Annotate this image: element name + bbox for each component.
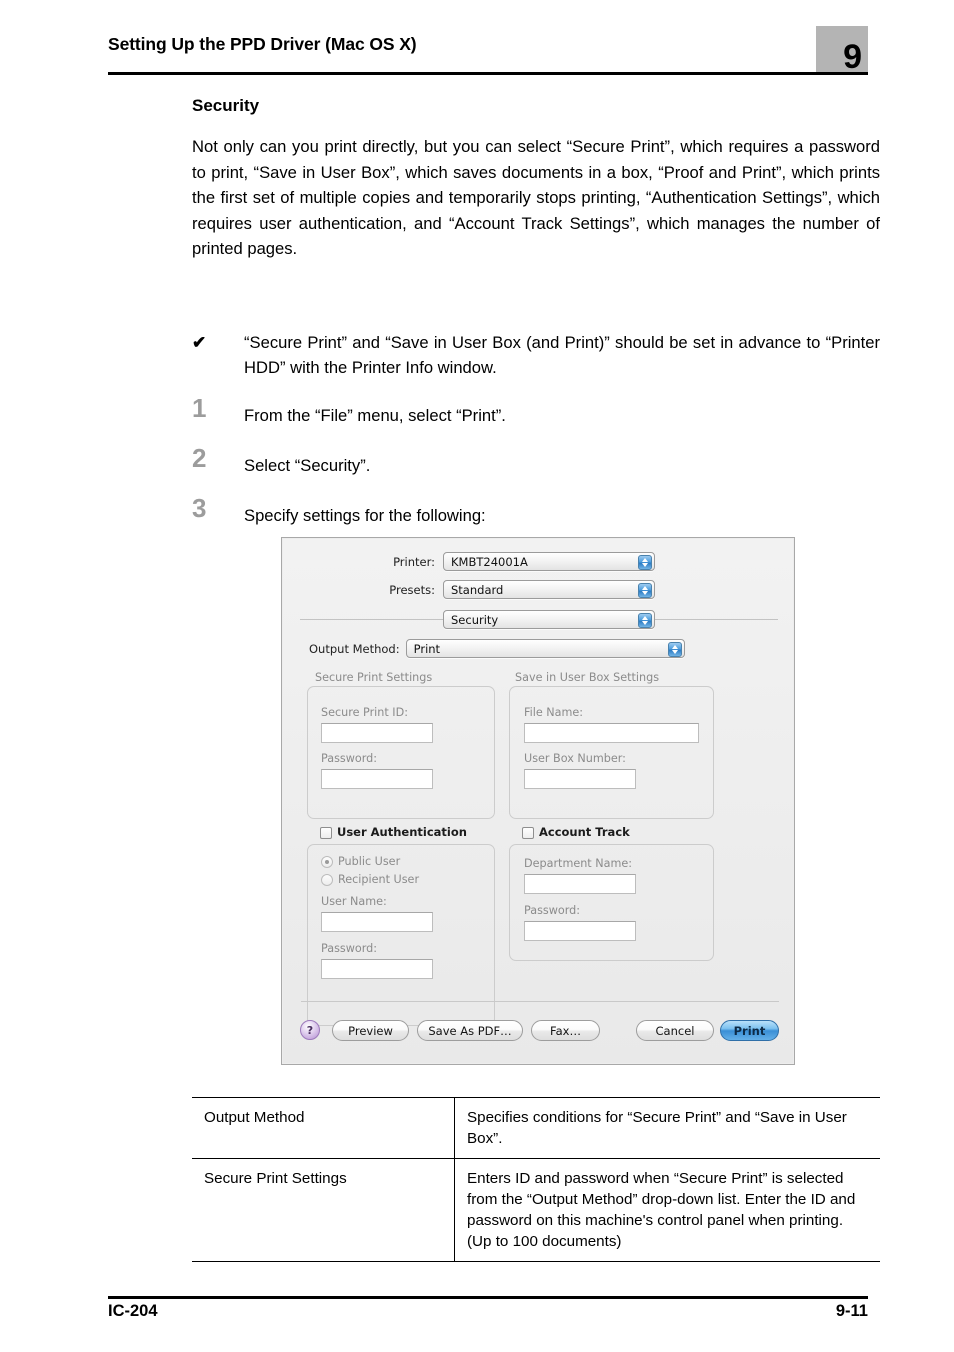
presets-row: Presets: Standard	[323, 580, 763, 599]
note-block: ✔ “Secure Print” and “Save in User Box (…	[192, 330, 880, 380]
user-box-group-title: Save in User Box Settings	[515, 671, 660, 684]
chevron-updown-icon	[638, 555, 652, 570]
step-text: Specify settings for the following:	[244, 506, 486, 525]
print-button[interactable]: Print	[720, 1020, 779, 1041]
user-name-input[interactable]	[321, 912, 433, 932]
header-divider	[108, 72, 868, 75]
printer-label: Printer:	[393, 554, 435, 569]
presets-select[interactable]: Standard	[443, 580, 655, 599]
user-authentication-group	[307, 844, 495, 1026]
section-heading: Security	[192, 96, 260, 115]
presets-label: Presets:	[389, 582, 435, 597]
step-item: 3 Specify settings for the following:	[192, 495, 880, 528]
settings-description-table: Output Method Specifies conditions for “…	[192, 1097, 880, 1262]
user-authentication-label: User Authentication	[337, 825, 467, 839]
pane-divider-right	[655, 619, 778, 620]
section-paragraph: Not only can you print directly, but you…	[192, 137, 880, 258]
public-user-radio[interactable]	[321, 856, 333, 868]
presets-value: Standard	[451, 582, 504, 597]
button-bar-divider	[301, 1001, 779, 1002]
output-method-label: Output Method:	[309, 641, 400, 656]
secure-print-group-title: Secure Print Settings	[315, 671, 433, 684]
table-cell-term: Output Method	[192, 1097, 455, 1159]
secure-print-password-input[interactable]	[321, 769, 433, 789]
file-name-label: File Name:	[524, 706, 584, 719]
print-dialog-body: Printer: KMBT24001A Presets: Standard Se…	[283, 539, 793, 1063]
table-cell-description: Enters ID and password when “Secure Prin…	[454, 1158, 880, 1262]
preview-button[interactable]: Preview	[332, 1020, 409, 1041]
user-name-label: User Name:	[321, 895, 387, 908]
pane-divider-left	[300, 619, 443, 620]
user-authentication-checkbox[interactable]	[320, 827, 332, 839]
output-method-select[interactable]: Print	[405, 639, 685, 658]
account-track-password-label: Password:	[524, 904, 581, 917]
footer-page-number: 9-11	[835, 1302, 868, 1320]
footer-divider	[108, 1296, 868, 1299]
step-text: From the “File” menu, select “Print”.	[244, 406, 506, 425]
printer-value: KMBT24001A	[451, 554, 528, 569]
printer-select[interactable]: KMBT24001A	[443, 552, 655, 571]
step-number: 1	[192, 393, 207, 423]
user-auth-password-input[interactable]	[321, 959, 433, 979]
step-item: 1 From the “File” menu, select “Print”.	[192, 395, 880, 428]
recipient-user-label: Recipient User	[338, 873, 420, 886]
recipient-user-radio[interactable]	[321, 874, 333, 886]
department-name-input[interactable]	[524, 874, 636, 894]
chevron-updown-icon	[638, 613, 652, 628]
account-track-label: Account Track	[539, 825, 630, 839]
department-name-label: Department Name:	[524, 857, 633, 870]
step-number: 2	[192, 443, 207, 473]
account-track-checkbox[interactable]	[522, 827, 534, 839]
file-name-input[interactable]	[524, 723, 699, 743]
secure-print-password-label: Password:	[321, 752, 378, 765]
save-as-pdf-button[interactable]: Save As PDF…	[417, 1020, 523, 1041]
table-cell-term: Secure Print Settings	[192, 1158, 455, 1262]
step-number: 3	[192, 493, 207, 523]
table-row: Secure Print Settings Enters ID and pass…	[192, 1158, 880, 1262]
step-item: 2 Select “Security”.	[192, 445, 880, 478]
printer-row: Printer: KMBT24001A	[323, 552, 763, 571]
user-box-number-label: User Box Number:	[524, 752, 626, 765]
user-auth-password-label: Password:	[321, 942, 378, 955]
fax-button[interactable]: Fax…	[531, 1020, 600, 1041]
step-text: Select “Security”.	[244, 456, 371, 475]
user-box-number-input[interactable]	[524, 769, 636, 789]
table-row: Output Method Specifies conditions for “…	[192, 1097, 880, 1159]
help-button[interactable]: ?	[300, 1020, 320, 1040]
secure-print-id-input[interactable]	[321, 723, 433, 743]
cancel-button[interactable]: Cancel	[636, 1020, 714, 1041]
table-cell-description: Specifies conditions for “Secure Print” …	[454, 1097, 880, 1159]
chevron-updown-icon	[667, 642, 682, 657]
chevron-updown-icon	[638, 583, 652, 598]
print-dialog: Printer: KMBT24001A Presets: Standard Se…	[281, 537, 795, 1065]
secure-print-id-label: Secure Print ID:	[321, 706, 408, 719]
pane-select[interactable]: Security	[443, 610, 655, 629]
pane-value: Security	[451, 612, 499, 627]
output-method-value: Print	[413, 641, 441, 656]
page-title: Setting Up the PPD Driver (Mac OS X)	[108, 34, 417, 54]
checkmark-icon: ✔	[192, 333, 207, 352]
chapter-badge: 9	[816, 26, 868, 74]
public-user-label: Public User	[338, 855, 401, 868]
page-header: Setting Up the PPD Driver (Mac OS X) 9	[108, 26, 868, 75]
output-method-row: Output Method: Print	[309, 639, 769, 658]
note-text: “Secure Print” and “Save in User Box (an…	[244, 333, 880, 377]
account-track-password-input[interactable]	[524, 921, 636, 941]
chapter-number: 9	[843, 38, 862, 76]
